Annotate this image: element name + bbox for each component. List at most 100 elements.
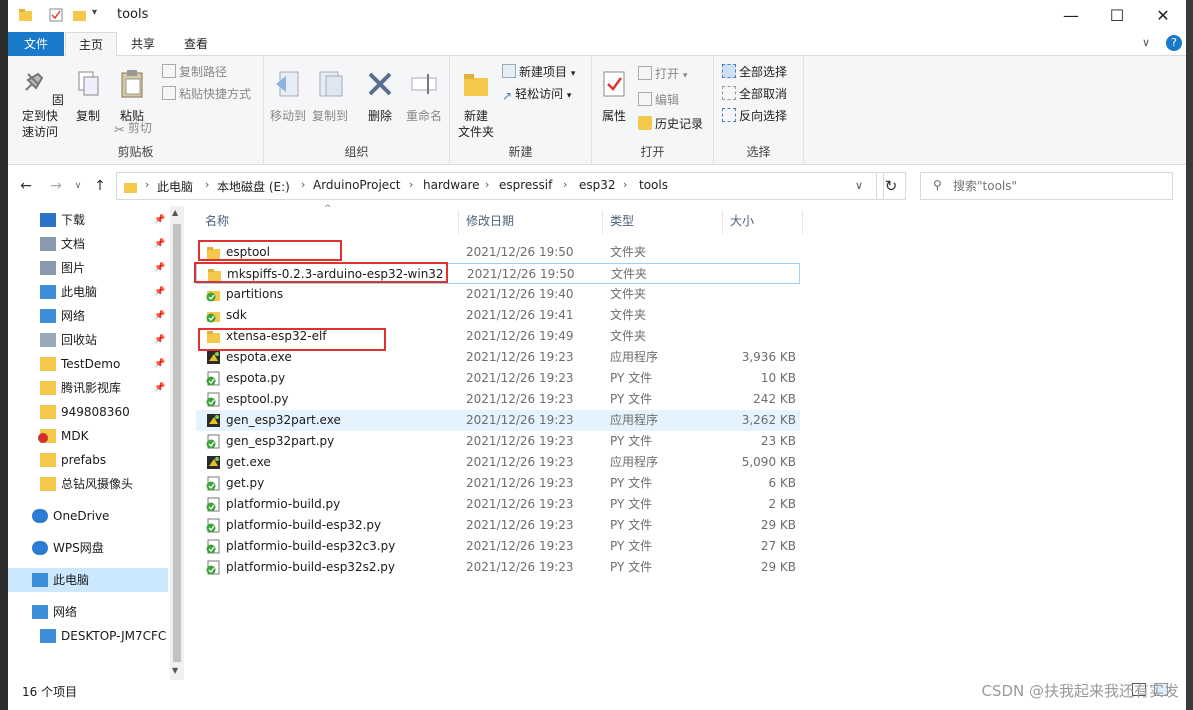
collapse-ribbon-icon[interactable]: ∨ [1142,36,1150,49]
sidebar-item[interactable]: prefabs [8,448,168,472]
edit-button[interactable]: 编辑 [638,90,679,110]
breadcrumb-item[interactable]: hardware [423,178,480,192]
sidebar-item[interactable]: MDK [8,424,168,448]
copy-button[interactable]: 复制 [68,68,108,124]
file-row[interactable]: gen_esp32part.exe 2021/12/26 19:23 应用程序 3,2… [196,410,800,431]
select-all-button[interactable]: 全部选择 [722,62,787,82]
breadcrumb-item[interactable]: 此电脑 [157,178,193,195]
quick-access-dropdown-icon[interactable]: ▾ [92,7,97,25]
folder-icon [40,357,56,371]
close-button[interactable]: ✕ [1140,0,1186,30]
sidebar-item[interactable]: 文档 📌 [8,232,168,256]
column-divider[interactable] [458,210,459,234]
new-folder-quick-icon[interactable] [72,7,88,25]
up-button[interactable]: ↑ [90,176,110,196]
forward-button[interactable]: → [46,176,66,196]
pin-to-quick-access-button[interactable]: 固定到快 速访问 [12,68,68,140]
pin-icon[interactable]: 📌 [154,232,165,256]
pin-icon[interactable]: 📌 [154,280,165,304]
column-header-size[interactable]: 大小 [730,206,754,236]
copy-to-button[interactable]: 复制到 [310,68,350,124]
breadcrumb-item[interactable]: tools [639,178,668,192]
back-button[interactable]: ← [16,176,36,196]
history-button[interactable]: 历史记录 [638,114,703,134]
scroll-down-icon[interactable]: ▼ [172,666,178,675]
tab-file[interactable]: 文件 [8,32,64,56]
minimize-button[interactable]: — [1048,0,1094,30]
pin-icon[interactable]: 📌 [154,256,165,280]
breadcrumb-item[interactable]: 本地磁盘 (E:) [217,178,290,195]
sidebar-item[interactable]: 网络 [8,600,168,624]
file-row[interactable]: partitions 2021/12/26 19:40 文件夹 [196,284,800,305]
pin-icon[interactable]: 📌 [154,376,165,400]
copy-path-button[interactable]: 复制路径 [162,62,227,82]
breadcrumb-item[interactable]: espressif [499,178,552,192]
sidebar-item[interactable]: 949808360 [8,400,168,424]
column-divider[interactable] [802,210,803,234]
sidebar-item[interactable]: DESKTOP-JM7CFC [8,624,168,648]
file-row[interactable]: sdk 2021/12/26 19:41 文件夹 [196,305,800,326]
sidebar-item[interactable]: 图片 📌 [8,256,168,280]
sidebar-item[interactable]: 回收站 📌 [8,328,168,352]
help-icon[interactable]: ? [1166,35,1182,51]
breadcrumb-item[interactable]: esp32 [579,178,616,192]
pin-icon[interactable]: 📌 [154,352,165,376]
tab-share[interactable]: 共享 [118,32,168,56]
new-item-button[interactable]: 新建项目 ▾ [502,62,575,82]
move-to-button[interactable]: 移动到 [268,68,308,124]
file-row[interactable]: esptool.py 2021/12/26 19:23 PY 文件 242 KB [196,389,800,410]
column-divider[interactable] [602,210,603,234]
file-row[interactable]: get.py 2021/12/26 19:23 PY 文件 6 KB [196,473,800,494]
file-row[interactable]: platformio-build-esp32s2.py 2021/12/26 19… [196,557,800,578]
new-folder-button[interactable]: 新建 文件夹 [454,68,498,140]
maximize-button[interactable]: ☐ [1094,0,1140,30]
paste-button[interactable]: 粘贴 [112,68,152,124]
file-row[interactable]: platformio-build-esp32c3.py 2021/12/26 19… [196,536,800,557]
cut-button[interactable]: ✂ 剪切 [114,118,152,138]
scroll-up-icon[interactable]: ▲ [172,208,178,217]
address-dropdown-icon[interactable]: ∨ [855,179,863,192]
select-none-button[interactable]: 全部取消 [722,84,787,104]
column-header-type[interactable]: 类型 [610,206,634,236]
file-row[interactable]: platformio-build.py 2021/12/26 19:23 PY 文件… [196,494,800,515]
file-date: 2021/12/26 19:23 [466,476,574,490]
sidebar-item[interactable]: 此电脑 [8,568,168,592]
recent-locations-icon[interactable]: ∨ [68,176,88,196]
open-button[interactable]: 打开 ▾ [638,64,687,84]
sidebar-item[interactable]: 下载 📌 [8,208,168,232]
file-type: PY 文件 [610,518,653,532]
file-row[interactable]: espota.py 2021/12/26 19:23 PY 文件 10 KB [196,368,800,389]
paste-shortcut-button[interactable]: 粘贴快捷方式 [162,84,251,104]
sidebar-item[interactable]: WPS网盘 [8,536,168,560]
rename-button[interactable]: 重命名 [402,68,446,124]
file-row[interactable]: get.exe 2021/12/26 19:23 应用程序 5,090 KB [196,452,800,473]
tab-home[interactable]: 主页 [65,32,117,57]
refresh-button[interactable]: ↻ [876,172,906,200]
file-row[interactable]: platformio-build-esp32.py 2021/12/26 19:2… [196,515,800,536]
sidebar-item[interactable]: OneDrive [8,504,168,528]
sidebar-item[interactable]: 总钻风摄像头 [8,472,168,496]
properties-button[interactable]: 属性 [596,68,632,124]
sidebar-item[interactable]: 网络 📌 [8,304,168,328]
cloud-icon [32,509,48,523]
address-bar[interactable]: › 此电脑 › 本地磁盘 (E:) › ArduinoProject › har… [116,172,884,200]
column-divider[interactable] [722,210,723,234]
tab-view[interactable]: 查看 [170,32,222,56]
search-input[interactable] [953,177,1163,195]
sidebar-item[interactable]: 此电脑 📌 [8,280,168,304]
properties-quick-icon[interactable] [48,7,64,25]
delete-button[interactable]: 删除 [360,68,400,124]
pin-icon[interactable]: 📌 [154,328,165,352]
column-header-name[interactable]: 名称 [205,206,229,236]
file-row[interactable]: gen_esp32part.py 2021/12/26 19:23 PY 文件 23 … [196,431,800,452]
search-box[interactable]: ⚲ [920,172,1173,200]
sidebar-scrollbar-thumb[interactable] [173,224,181,662]
pin-icon[interactable]: 📌 [154,208,165,232]
column-header-date[interactable]: 修改日期 [466,206,514,236]
sidebar-item[interactable]: TestDemo 📌 [8,352,168,376]
sidebar-item[interactable]: 腾讯影视库 📌 [8,376,168,400]
invert-selection-button[interactable]: 反向选择 [722,106,787,126]
easy-access-button[interactable]: ↗ 轻松访问 ▾ [502,84,571,104]
pin-icon[interactable]: 📌 [154,304,165,328]
breadcrumb-item[interactable]: ArduinoProject [313,178,401,192]
